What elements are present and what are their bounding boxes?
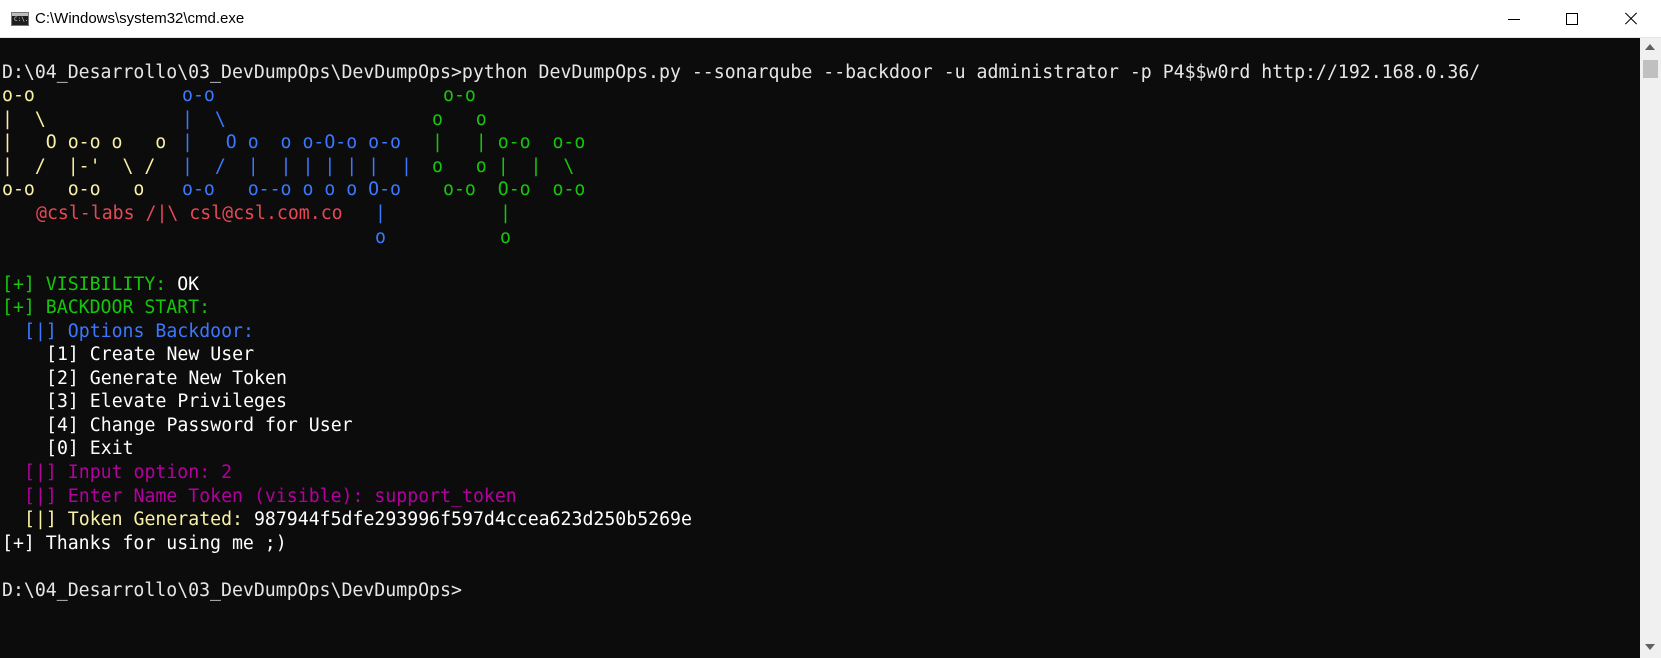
banner-dump: o-o o--o o o o O-o xyxy=(182,179,401,200)
banner-dump: | / | | | | | | | xyxy=(182,156,412,177)
token-label: [|] Token Generated: xyxy=(24,509,243,530)
option-item: [0] Exit xyxy=(46,438,134,459)
banner-dump: | O o o o-O-o o-o xyxy=(182,132,401,153)
banner-dev: | O o-o o o xyxy=(2,132,167,153)
backdoor-start-line: [+] BACKDOOR START: xyxy=(2,297,211,318)
enter-name-token-line: [|] Enter Name Token (visible): support_… xyxy=(24,486,517,507)
cmd-app-icon[interactable]: C:\. xyxy=(11,12,29,26)
console-output[interactable]: D:\04_Desarrollo\03_DevDumpOps\DevDumpOp… xyxy=(0,38,1640,658)
banner-row-1: o-o o-o o-o xyxy=(2,84,476,108)
thanks-line: [+] Thanks for using me ;) xyxy=(2,533,287,554)
cmd-window: C:\. C:\Windows\system32\cmd.exe D:\04_D… xyxy=(0,0,1661,658)
token-value: 987944f5dfe293996f597d4ccea623d250b5269e xyxy=(253,509,692,530)
banner-dump: | \ xyxy=(182,109,226,130)
token-generated-line: [|] Token Generated: 987944f5dfe293996f5… xyxy=(24,508,692,532)
scroll-down-arrow-icon[interactable] xyxy=(1645,644,1655,650)
banner-dev: | \ xyxy=(2,109,46,130)
option-item: [3] Elevate Privileges xyxy=(46,391,287,412)
command-text: python DevDumpOps.py --sonarqube --backd… xyxy=(461,62,1481,83)
banner-ops: o o | | \ xyxy=(432,156,575,177)
option-item: [1] Create New User xyxy=(46,344,255,365)
banner-row-2: | \ | \ o o xyxy=(2,108,487,132)
banner-ops: o xyxy=(500,227,511,248)
option-item: [2] Generate New Token xyxy=(46,368,287,389)
title-bar[interactable]: C:\. C:\Windows\system32\cmd.exe xyxy=(0,0,1661,38)
visibility-label: [+] VISIBILITY: xyxy=(2,274,167,295)
banner-ops: o-o xyxy=(443,85,476,106)
banner-row-4: | / |-' \ / | / | | | | | | | o o | | \ xyxy=(2,155,574,179)
scroll-up-arrow-icon[interactable] xyxy=(1645,44,1655,50)
vertical-scrollbar[interactable] xyxy=(1640,38,1661,658)
banner-dump: o xyxy=(375,227,386,248)
banner-dev: | / |-' \ / xyxy=(2,156,156,177)
maximize-icon[interactable] xyxy=(1543,0,1601,38)
command-line: D:\04_Desarrollo\03_DevDumpOps\DevDumpOp… xyxy=(2,61,1480,85)
banner-dump: o-o xyxy=(182,85,215,106)
banner-ops: o-o O-o o-o xyxy=(443,179,586,200)
visibility-line: [+] VISIBILITY: OK xyxy=(2,273,199,297)
banner-dump: | xyxy=(375,203,386,224)
prompt: D:\04_Desarrollo\03_DevDumpOps\DevDumpOp… xyxy=(2,62,462,83)
option-item: [4] Change Password for User xyxy=(46,415,353,436)
banner-credits: @csl-labs /|\ csl@csl.com.co xyxy=(36,203,343,224)
input-option-line: [|] Input option: 2 xyxy=(24,462,233,483)
minimize-icon[interactable] xyxy=(1485,0,1543,38)
banner-ops: o o xyxy=(432,109,487,130)
cmd-app-icon-text: C:\. xyxy=(14,16,29,23)
banner-row-5: o-o o-o o o-o o--o o o o O-o o-o O-o o-o xyxy=(2,178,585,202)
banner-ops: | | o-o o-o xyxy=(432,132,586,153)
banner-dev: o-o o-o o xyxy=(2,179,145,200)
options-header: [|] Options Backdoor: xyxy=(24,321,254,342)
scroll-thumb[interactable] xyxy=(1643,60,1658,78)
final-prompt[interactable]: D:\04_Desarrollo\03_DevDumpOps\DevDumpOp… xyxy=(2,579,462,603)
window-title: C:\Windows\system32\cmd.exe xyxy=(35,10,245,27)
visibility-value: OK xyxy=(177,274,200,295)
close-icon[interactable] xyxy=(1603,0,1661,38)
banner-dev: o-o xyxy=(2,85,35,106)
banner-row-3: | O o-o o o | O o o o-O-o o-o | | o-o o-o xyxy=(2,131,585,155)
banner-ops: | xyxy=(500,203,511,224)
